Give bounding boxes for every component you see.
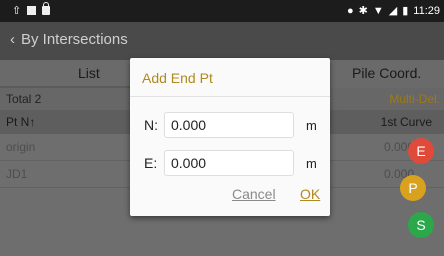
header-1st-curve: 1st Curve — [380, 115, 432, 129]
fab-s-label: S — [416, 217, 426, 233]
field-row-n: N: 0.000 m — [130, 112, 330, 138]
signal-icon: ◢ — [388, 5, 398, 17]
status-bar: ⇧ ● ✱ ▼ ◢ ▮ 11:29 — [0, 0, 444, 22]
tab-pile-coord[interactable]: Pile Coord. — [352, 65, 421, 81]
total-count: Total 2 — [6, 92, 42, 106]
chevron-left-icon: ‹ — [10, 31, 15, 48]
square-icon — [27, 6, 37, 15]
status-time: 11:29 — [413, 4, 440, 17]
n-unit: m — [306, 118, 317, 133]
e-label: E: — [144, 155, 158, 171]
back-label: By Intersections — [21, 31, 128, 48]
add-end-point-dialog: Add End Pt N: 0.000 m E: 0.000 m Cancel … — [130, 58, 330, 216]
fab-e-button[interactable]: E — [408, 138, 434, 164]
dialog-divider — [130, 96, 330, 97]
n-label: N: — [144, 117, 158, 133]
row-name: JD1 — [6, 167, 28, 181]
wifi-icon: ▼ — [372, 4, 384, 17]
fab-s-button[interactable]: S — [408, 212, 434, 238]
lock-icon — [42, 2, 51, 15]
bluetooth-icon: ✱ — [358, 5, 368, 17]
battery-icon: ▮ — [402, 5, 409, 17]
ok-button[interactable]: OK — [300, 186, 320, 202]
fab-p-button[interactable]: P — [400, 175, 426, 201]
tab-list[interactable]: List — [78, 65, 100, 81]
e-unit: m — [306, 156, 317, 171]
n-input[interactable]: 0.000 — [164, 112, 294, 138]
multi-delete-button[interactable]: Multi-Del. — [389, 92, 440, 106]
fab-e-label: E — [416, 143, 426, 159]
row-name: origin — [6, 140, 36, 154]
field-row-e: E: 0.000 m — [130, 150, 330, 176]
back-button[interactable]: ‹ By Intersections — [10, 31, 128, 48]
dialog-title: Add End Pt — [142, 70, 213, 86]
location-icon: ● — [346, 4, 354, 17]
fab-p-label: P — [408, 180, 418, 196]
header-point-name[interactable]: Pt N↑ — [6, 115, 35, 129]
upload-icon: ⇧ — [12, 5, 22, 17]
e-input[interactable]: 0.000 — [164, 150, 294, 176]
app-bar: ‹ By Intersections — [0, 22, 444, 60]
cancel-button[interactable]: Cancel — [232, 186, 276, 202]
